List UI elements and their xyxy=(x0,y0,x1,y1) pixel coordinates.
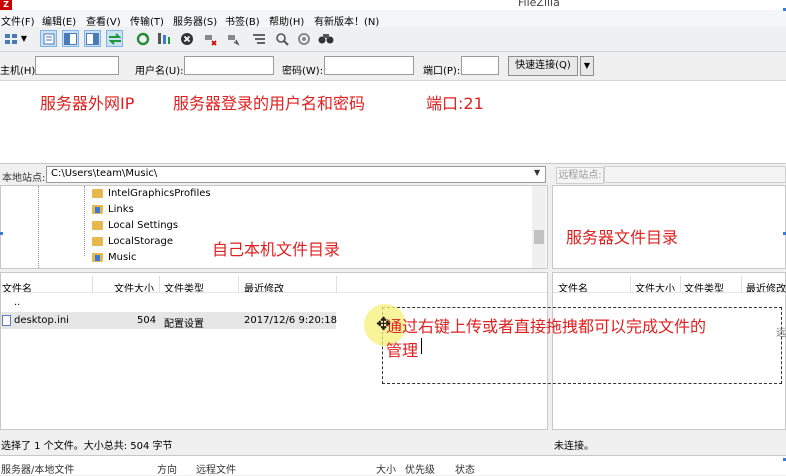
cancel-icon[interactable] xyxy=(178,30,195,47)
file-type: 配置设置 xyxy=(164,319,204,330)
site-manager-icon[interactable] xyxy=(2,30,19,47)
folder-icon xyxy=(92,220,103,230)
file-icon xyxy=(2,315,11,326)
local-path-input[interactable]: C:\Users\team\Music\ xyxy=(46,166,546,183)
tree-guide-line xyxy=(84,186,85,256)
password-input[interactable] xyxy=(324,56,414,75)
folder-icon xyxy=(92,188,103,198)
transfer-queue-icon[interactable] xyxy=(106,30,123,47)
tree-scrollbar[interactable] xyxy=(532,186,546,268)
table-row[interactable] xyxy=(1,296,336,312)
tree-scrollbar-thumb[interactable] xyxy=(534,230,544,244)
annotation-port: 端口:21 xyxy=(426,94,484,113)
port-input[interactable] xyxy=(461,56,499,75)
annotation-tip-line-2: 管理 xyxy=(386,341,419,360)
folder-icon xyxy=(92,204,103,214)
column-divider[interactable] xyxy=(336,276,337,292)
annotation-remote-dir: 服务器文件目录 xyxy=(566,228,679,247)
tree-guide-line xyxy=(38,186,39,268)
clipped-text: 远 xyxy=(776,328,786,339)
annotation-server-ip: 服务器外网IP xyxy=(40,94,135,113)
annotation-tip-line-1: 通过右键上传或者直接拖拽都可以完成文件的 xyxy=(386,317,707,336)
process-queue-icon[interactable] xyxy=(155,30,172,47)
folder-icon xyxy=(92,252,103,262)
disconnect-icon[interactable] xyxy=(201,30,218,47)
host-input[interactable] xyxy=(35,56,119,75)
column-divider[interactable] xyxy=(741,276,742,292)
tree-item-label: Links xyxy=(108,203,134,215)
remote-status-text: 未连接。 xyxy=(554,441,594,452)
tree-item-local-settings[interactable]: Local Settings xyxy=(92,217,178,233)
menu-file[interactable]: 文件(F) xyxy=(1,13,35,28)
folder-icon xyxy=(92,236,103,246)
host-label: 主机(H): xyxy=(0,66,39,77)
tree-item-label: Music xyxy=(108,251,137,263)
toggle-compare-icon[interactable] xyxy=(273,30,290,47)
text-caret xyxy=(421,338,422,354)
local-status-text: 选择了 1 个文件。大小总共: 504 字节 xyxy=(1,441,173,452)
column-divider[interactable] xyxy=(92,276,93,292)
username-label: 用户名(U): xyxy=(135,66,184,77)
tree-item-label: Local Settings xyxy=(108,219,179,231)
quickconnect-dropdown-icon[interactable]: ▼ xyxy=(580,56,594,76)
tree-item-label: IntelGraphicsProfiles xyxy=(108,187,211,199)
column-divider[interactable] xyxy=(680,276,681,292)
file-name: desktop.ini xyxy=(14,315,69,326)
menu-bookmarks[interactable]: 书签(B) xyxy=(225,13,260,28)
column-divider[interactable] xyxy=(630,276,631,292)
annotation-login: 服务器登录的用户名和密码 xyxy=(173,94,366,113)
password-label: 密码(W): xyxy=(282,66,324,77)
remote-site-label: 远程站点: xyxy=(556,167,604,184)
search-icon[interactable] xyxy=(317,30,334,47)
tree-item-localstorage[interactable]: LocalStorage xyxy=(92,233,173,249)
directory-listing-filter-icon[interactable] xyxy=(250,30,267,47)
annotation-local-dir: 自己本机文件目录 xyxy=(212,240,341,259)
menu-edit[interactable]: 编辑(E) xyxy=(42,13,76,28)
file-modified: 2017/12/6 9:20:18 xyxy=(244,315,338,326)
chevron-down-icon[interactable]: ▼ xyxy=(534,168,540,177)
window-title: FileZilla xyxy=(518,0,560,9)
menu-view[interactable]: 查看(V) xyxy=(86,13,121,28)
reconnect-icon[interactable] xyxy=(224,30,241,47)
column-divider[interactable] xyxy=(238,276,239,292)
title-bar xyxy=(0,0,786,10)
local-site-label: 本地站点: xyxy=(2,173,46,184)
tree-item-links[interactable]: Links xyxy=(92,201,134,217)
tree-item-music[interactable]: Music xyxy=(92,249,136,265)
remote-path-input[interactable] xyxy=(604,166,786,183)
file-name: .. xyxy=(14,297,21,308)
username-input[interactable] xyxy=(184,56,274,75)
port-label: 端口(P): xyxy=(423,66,461,77)
menu-transfer[interactable]: 传输(T) xyxy=(130,13,164,28)
menu-help[interactable]: 帮助(H) xyxy=(269,13,304,28)
remote-tree-icon[interactable] xyxy=(84,30,101,47)
sync-browse-icon[interactable] xyxy=(295,30,312,47)
column-divider[interactable] xyxy=(159,276,160,292)
message-log-icon[interactable] xyxy=(40,30,57,47)
quickconnect-button[interactable]: 快速连接(Q) xyxy=(508,56,578,76)
dropdown-arrow-icon[interactable]: ▼ xyxy=(19,30,29,47)
tree-item-label: LocalStorage xyxy=(108,235,174,247)
resize-handle xyxy=(0,232,3,235)
refresh-icon[interactable] xyxy=(134,30,151,47)
local-tree-icon[interactable] xyxy=(62,30,79,47)
filezilla-logo-icon: Z xyxy=(0,0,12,10)
header-divider xyxy=(1,292,547,293)
header-divider xyxy=(553,292,785,293)
file-size: 504 xyxy=(137,315,157,326)
menu-new-version[interactable]: 有新版本！(N) xyxy=(314,13,379,28)
tree-item-intelgraphicsprofiles[interactable]: IntelGraphicsProfiles xyxy=(92,185,211,201)
menu-server[interactable]: 服务器(S) xyxy=(173,13,217,28)
